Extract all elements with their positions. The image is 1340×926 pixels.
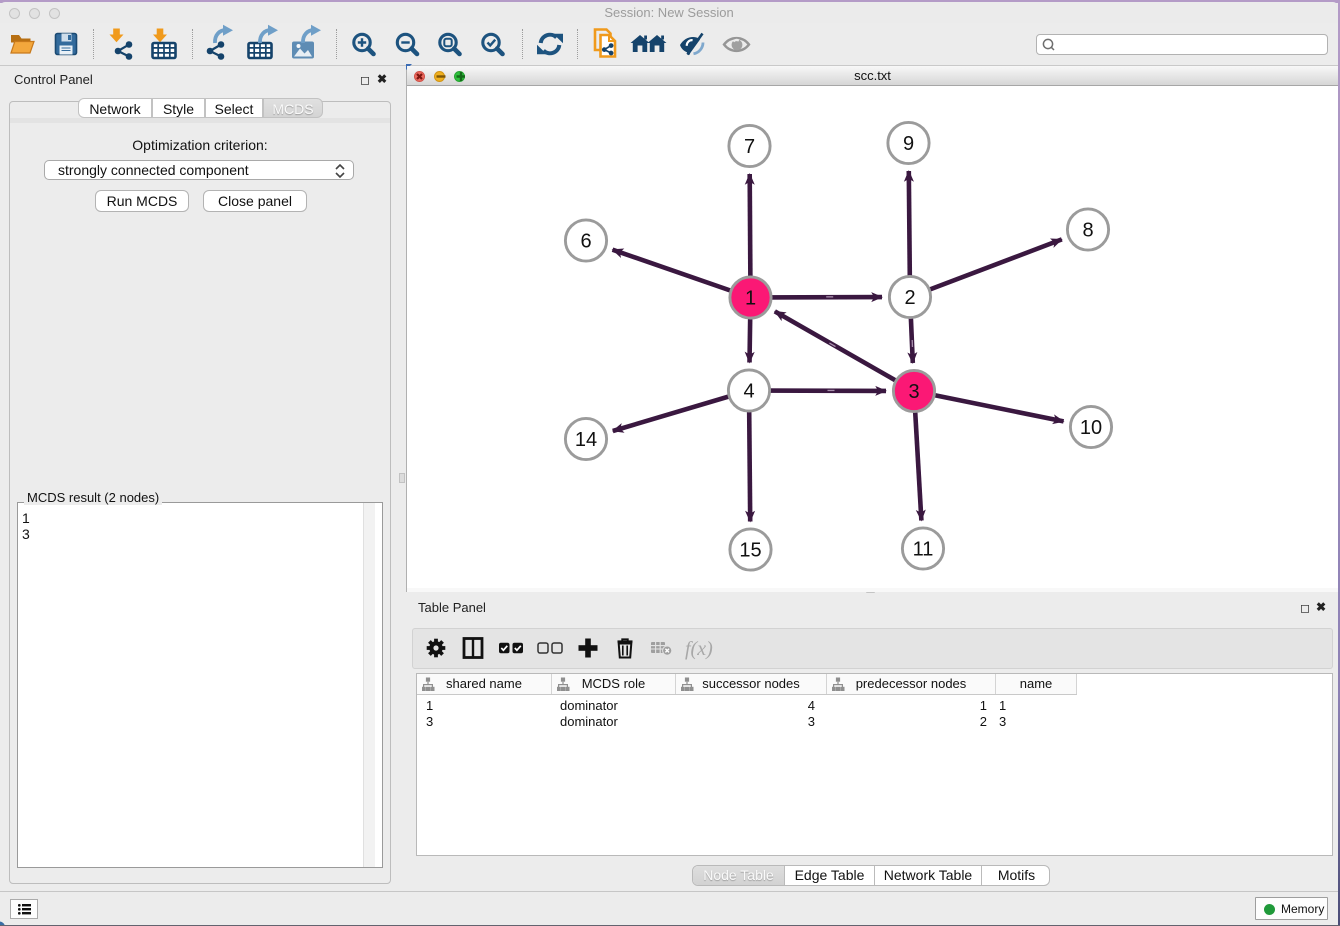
- svg-text:10: 10: [1080, 417, 1102, 439]
- svg-text:8: 8: [1082, 220, 1093, 242]
- svg-text:14: 14: [575, 429, 597, 451]
- svg-text:f(x): f(x): [685, 638, 713, 660]
- svg-text:15: 15: [739, 540, 761, 562]
- svg-text:11: 11: [913, 539, 934, 561]
- svg-text:4: 4: [743, 381, 754, 403]
- svg-text:2: 2: [904, 287, 915, 309]
- svg-text:3: 3: [908, 381, 919, 403]
- svg-text:7: 7: [744, 136, 755, 158]
- svg-text:1: 1: [745, 288, 756, 310]
- svg-text:6: 6: [580, 231, 591, 253]
- svg-text:9: 9: [903, 133, 914, 155]
